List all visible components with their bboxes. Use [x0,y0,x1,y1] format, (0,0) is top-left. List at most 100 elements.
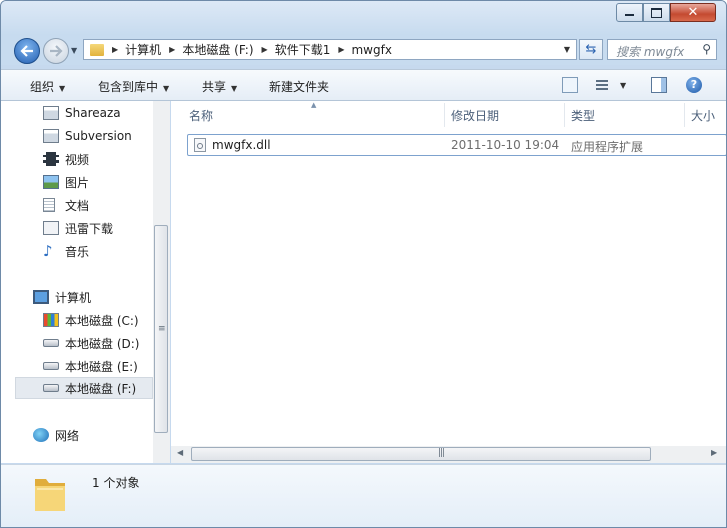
details-pane: 1 个对象 [1,464,726,527]
chevron-down-icon: ▼ [163,84,170,93]
picture-icon [43,175,59,189]
horizontal-scrollbar[interactable]: ◀ ||| ▶ [171,446,726,463]
minimize-icon [625,14,634,16]
music-icon: ♪ [43,242,53,260]
column-divider[interactable] [564,103,565,127]
navigation-bar: ▼ ▶ 计算机 ▶ 本地磁盘 (F:) ▶ 软件下载1 ▶ mwgfx ▼ ⇆ … [1,35,726,65]
search-icon[interactable]: ⚲ [702,42,711,56]
file-name: mwgfx.dll [212,138,271,152]
chevron-down-icon: ▼ [59,84,66,93]
scroll-right-icon[interactable]: ▶ [711,448,717,457]
scrollbar-thumb[interactable]: ||| [191,447,651,461]
navigation-pane-scrollbar[interactable]: ≡ [153,101,170,463]
breadcrumb-current-folder[interactable]: mwgfx [351,43,391,57]
column-header-type[interactable]: 类型 [571,101,595,129]
new-folder-button[interactable]: 新建文件夹 [269,78,329,95]
preview-pane-icon[interactable] [651,77,667,93]
organize-button[interactable]: 组织 ▼ [30,78,65,95]
sidebar-item-label: 网络 [55,428,80,443]
help-icon[interactable]: ? [686,77,702,93]
column-header-modified[interactable]: 修改日期 [451,101,499,129]
breadcrumb-separator-icon[interactable]: ▶ [338,45,344,54]
organize-label: 组织 [30,80,55,94]
breadcrumb-drive-f[interactable]: 本地磁盘 (F:) [182,41,253,58]
column-divider[interactable] [684,103,685,127]
breadcrumb-separator-icon[interactable]: ▶ [112,45,118,54]
sidebar-item-label: 本地磁盘 (D:) [65,336,140,351]
breadcrumb-separator-icon[interactable]: ▶ [169,45,175,54]
sidebar-item-label: 本地磁盘 (E:) [65,359,138,374]
scroll-left-icon[interactable]: ◀ [177,448,183,457]
sidebar-item-label: 本地磁盘 (C:) [65,313,139,328]
sidebar-item-documents[interactable]: 文档 [43,194,89,216]
sort-ascending-icon: ▲ [311,101,317,109]
app-icon [43,129,59,143]
forward-button[interactable] [43,38,69,64]
item-count: 1 个对象 [92,476,140,490]
recent-pages-dropdown-icon[interactable]: ▼ [71,46,77,55]
computer-icon [33,290,49,304]
breadcrumb-computer[interactable]: 计算机 [125,41,161,58]
include-in-library-label: 包含到库中 [98,80,159,94]
sidebar-item-shareaza[interactable]: Shareaza [43,102,121,124]
sidebar-item-drive-d[interactable]: 本地磁盘 (D:) [43,332,139,354]
sidebar-item-thunder-downloads[interactable]: 迅雷下载 [43,217,113,239]
sidebar-item-computer[interactable]: 计算机 [33,286,91,308]
sidebar-item-network[interactable]: 网络 [33,424,79,446]
column-header-size[interactable]: 大小 [691,101,715,129]
share-label: 共享 [202,80,227,94]
back-button[interactable] [14,38,40,64]
network-icon [33,428,49,442]
view-options-dropdown-icon[interactable]: ▼ [620,81,626,90]
scrollbar-grip-icon: ||| [438,448,445,458]
sidebar-item-label: 音乐 [65,244,90,259]
address-history-dropdown-icon[interactable]: ▼ [564,45,570,54]
sidebar-item-label: 视频 [65,152,90,167]
sidebar-item-label: 文档 [65,198,90,213]
search-box[interactable]: 搜索 mwgfx ⚲ [607,39,717,60]
title-bar[interactable]: ✕ [1,1,726,35]
file-modified-date: 2011-10-10 19:04 [451,138,560,152]
sidebar-item-drive-e[interactable]: 本地磁盘 (E:) [43,355,138,377]
folder-icon [90,43,104,56]
sidebar-item-label: 计算机 [55,290,92,305]
maximize-icon [651,7,662,18]
sidebar-item-pictures[interactable]: 图片 [43,171,89,193]
preview-file-icon[interactable] [562,77,578,93]
dll-file-icon [194,138,206,152]
change-view-icon[interactable] [594,77,610,93]
sidebar-item-drive-f[interactable]: 本地磁盘 (F:) [15,377,153,399]
breadcrumb-separator-icon[interactable]: ▶ [262,45,268,54]
column-header-name[interactable]: 名称 [189,101,213,129]
address-bar[interactable]: ▶ 计算机 ▶ 本地磁盘 (F:) ▶ 软件下载1 ▶ mwgfx ▼ [83,39,577,60]
include-in-library-button[interactable]: 包含到库中 ▼ [98,78,169,95]
share-button[interactable]: 共享 ▼ [202,78,237,95]
refresh-button[interactable]: ⇆ [579,39,603,60]
maximize-button[interactable] [643,3,670,22]
hard-drive-icon [43,339,59,347]
file-type: 应用程序扩展 [571,140,644,154]
close-icon: ✕ [687,5,699,20]
sidebar-item-label: Shareaza [65,106,121,120]
sidebar-item-label: Subversion [65,129,132,143]
close-button[interactable]: ✕ [670,3,716,22]
scrollbar-grip-icon: ≡ [158,324,166,334]
sidebar-item-videos[interactable]: 视频 [43,148,89,170]
video-icon [43,152,59,166]
navigation-pane: Shareaza Subversion 视频 图片 文档 迅雷下载 ♪ 音乐 计… [1,101,170,463]
back-arrow-icon [20,45,33,57]
explorer-window: ✕ ▼ ▶ 计算机 ▶ 本地磁盘 (F:) ▶ 软件下载1 ▶ mwgfx ▼ … [0,0,727,528]
file-row[interactable]: mwgfx.dll 2011-10-10 19:04 应用程序扩展 [187,134,726,156]
breadcrumb-download-folder[interactable]: 软件下载1 [275,41,331,58]
minimize-button[interactable] [616,3,643,22]
column-divider[interactable] [444,103,445,127]
scrollbar-thumb[interactable]: ≡ [154,225,168,433]
sidebar-item-label: 迅雷下载 [65,221,114,236]
hard-drive-icon [43,362,59,370]
refresh-icon: ⇆ [585,42,597,57]
search-placeholder[interactable]: 搜索 mwgfx [616,43,684,60]
sidebar-item-subversion[interactable]: Subversion [43,125,132,147]
sidebar-item-drive-c[interactable]: 本地磁盘 (C:) [43,309,139,331]
sidebar-item-music[interactable]: ♪ 音乐 [43,240,89,262]
command-bar: 组织 ▼ 包含到库中 ▼ 共享 ▼ 新建文件夹 ▼ ? [1,69,726,101]
